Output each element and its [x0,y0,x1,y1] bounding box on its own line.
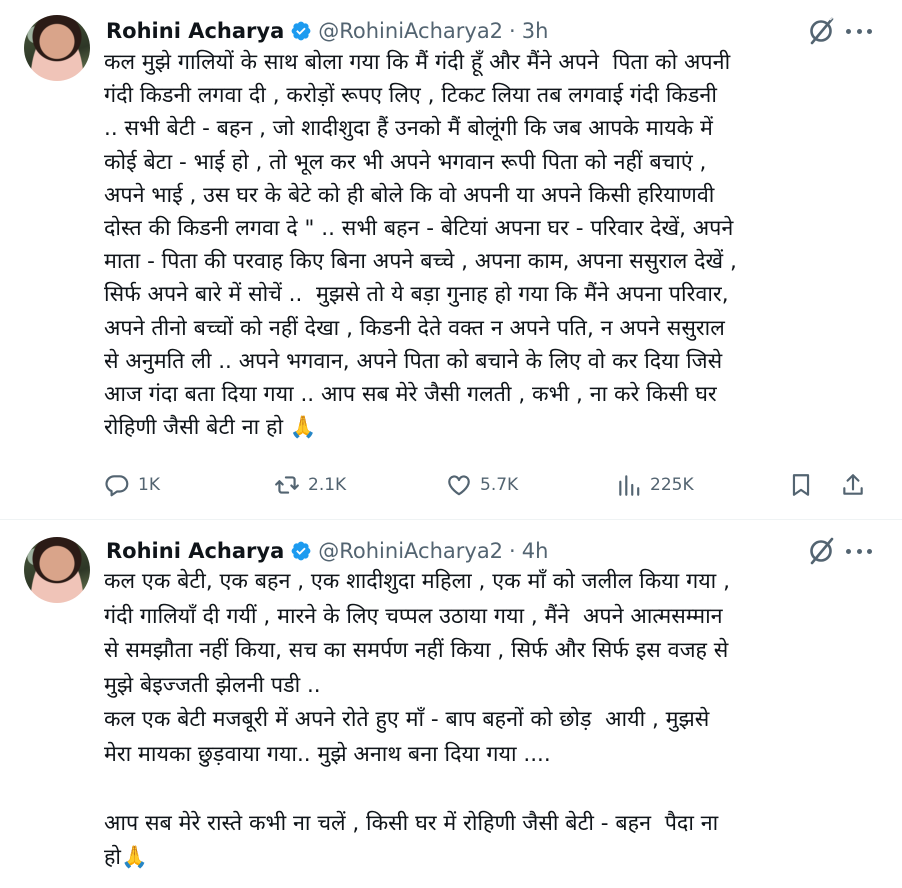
verified-badge-icon [291,21,311,41]
tweet-timestamp[interactable]: 4h [522,539,549,563]
tweet[interactable]: Rohini Acharya @RohiniAcharya2 · 4h कल ए… [0,520,902,888]
tweet-header: Rohini Acharya @RohiniAcharya2 · 3h [106,17,548,45]
avatar[interactable] [24,15,90,81]
reply-icon [105,475,129,497]
author-name[interactable]: Rohini Acharya [106,19,284,43]
author-handle[interactable]: @RohiniAcharya2 [318,539,503,563]
author-name[interactable]: Rohini Acharya [106,539,284,563]
tweet-timestamp[interactable]: 3h [522,19,549,43]
bookmark-button[interactable] [788,468,814,502]
separator-dot: · [509,539,516,563]
tweet-text: कल मुझे गालियों के साथ बोला गया कि मैं ग… [104,50,737,441]
share-button[interactable] [840,468,866,502]
more-icon[interactable] [846,16,872,46]
like-icon [448,475,470,496]
like-count: 5.7K [480,475,519,495]
more-icon[interactable] [846,536,872,566]
separator-dot: · [509,19,516,43]
repost-icon [275,476,299,494]
avatar[interactable] [24,537,90,603]
reply-count: 1K [138,475,160,495]
tweet[interactable]: Rohini Acharya @RohiniAcharya2 · 3h कल म… [0,0,902,520]
verified-badge-icon [291,541,311,561]
reply-button[interactable]: 1K [104,468,160,502]
views-icon [619,475,640,496]
bookmark-icon [792,474,810,496]
tweet-actions: 1K 2.1K 5.7K 225K [104,468,874,502]
repost-button[interactable]: 2.1K [274,468,346,502]
author-handle[interactable]: @RohiniAcharya2 [318,19,503,43]
views-button[interactable]: 225K [616,468,694,502]
views-count: 225K [650,475,694,495]
grok-icon[interactable] [806,536,836,566]
repost-count: 2.1K [308,475,347,495]
share-icon [843,474,863,495]
grok-icon[interactable] [806,16,836,46]
tweet-header: Rohini Acharya @RohiniAcharya2 · 4h [106,537,548,565]
like-button[interactable]: 5.7K [446,468,518,502]
tweet-text: कल एक बेटी, एक बहन , एक शादीशुदा महिला ,… [104,569,730,870]
